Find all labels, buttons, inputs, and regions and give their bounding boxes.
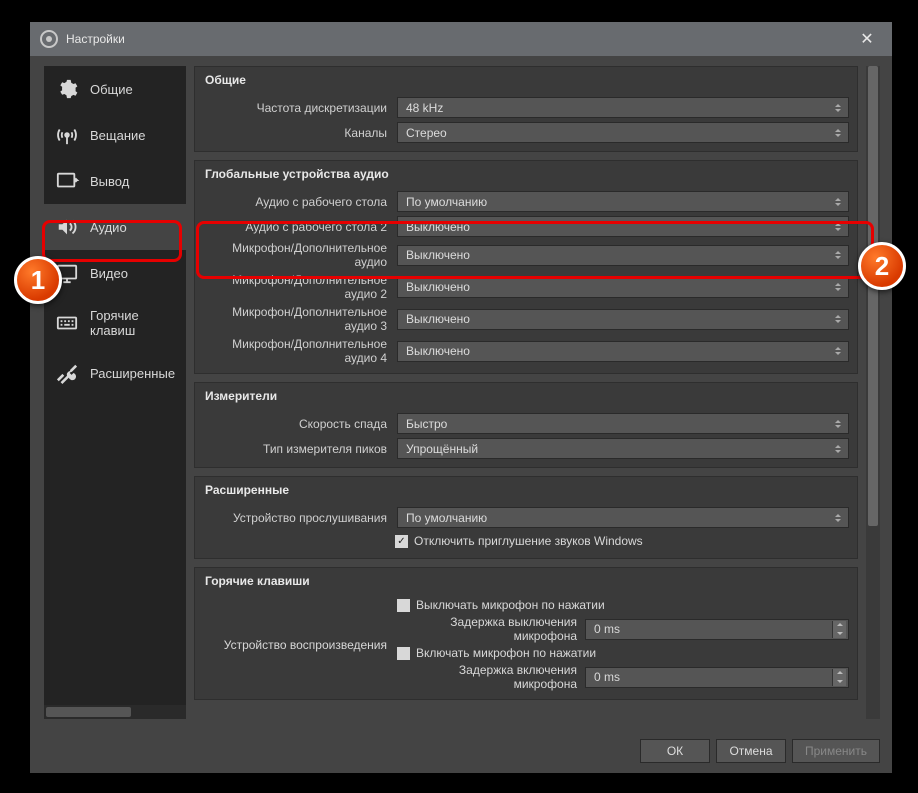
output-icon: [54, 170, 80, 192]
desktop-audio-2-select[interactable]: Выключено: [397, 216, 849, 237]
gear-icon: [54, 78, 80, 100]
sidebar-item-general[interactable]: Общие: [44, 66, 186, 112]
mic-aux-3-select[interactable]: Выключено: [397, 309, 849, 330]
titlebar: Настройки ✕: [30, 22, 892, 56]
group-hotkeys: Горячие клавиши Устройство воспроизведен…: [194, 567, 858, 700]
sidebar-item-label: Вещание: [90, 128, 146, 143]
group-meters: Измерители Скорость спада Быстро Тип изм…: [194, 382, 858, 468]
mute-delay-spinner[interactable]: 0 ms: [585, 619, 849, 640]
window-title: Настройки: [66, 32, 125, 46]
disable-ducking-label: Отключить приглушение звуков Windows: [414, 534, 643, 548]
decay-label: Скорость спада: [203, 417, 391, 431]
settings-window: Настройки ✕ Общие Вещание: [30, 22, 892, 773]
group-title: Глобальные устройства аудио: [195, 161, 857, 189]
apply-button[interactable]: Применить: [792, 739, 880, 763]
sidebar-item-label: Горячие клавиш: [90, 308, 176, 338]
sidebar-item-video[interactable]: Видео: [44, 250, 186, 296]
desktop-audio-2-label: Аудио с рабочего стола 2: [203, 220, 391, 234]
sidebar-item-label: Общие: [90, 82, 133, 97]
decay-select[interactable]: Быстро: [397, 413, 849, 434]
mic-aux-select[interactable]: Выключено: [397, 245, 849, 266]
sample-rate-select[interactable]: 48 kHz: [397, 97, 849, 118]
mic-aux-3-label: Микрофон/Дополнительное аудио 3: [203, 305, 391, 333]
tools-icon: [54, 362, 80, 384]
unmute-delay-spinner[interactable]: 0 ms: [585, 667, 849, 688]
close-button[interactable]: ✕: [852, 29, 882, 49]
group-title: Горячие клавиши: [195, 568, 857, 596]
speaker-icon: [54, 216, 80, 238]
sidebar: Общие Вещание Вывод: [44, 66, 186, 719]
sidebar-item-advanced[interactable]: Расширенные: [44, 350, 186, 396]
group-advanced: Расширенные Устройство прослушивания По …: [194, 476, 858, 559]
ok-button[interactable]: ОК: [640, 739, 710, 763]
mic-aux-2-label: Микрофон/Дополнительное аудио 2: [203, 273, 391, 301]
unmute-delay-label: Задержка включения микрофона: [397, 663, 577, 691]
sidebar-item-label: Аудио: [90, 220, 127, 235]
sidebar-item-label: Расширенные: [90, 366, 175, 381]
desktop-audio-label: Аудио с рабочего стола: [203, 195, 391, 209]
sidebar-scrollbar[interactable]: [44, 705, 186, 719]
monitor-device-select[interactable]: По умолчанию: [397, 507, 849, 528]
group-title: Расширенные: [195, 477, 857, 505]
monitor-icon: [54, 262, 80, 284]
settings-content: Общие Частота дискретизации 48 kHz Канал…: [194, 66, 860, 719]
sidebar-item-stream[interactable]: Вещание: [44, 112, 186, 158]
broadcast-icon: [54, 124, 80, 146]
mic-aux-label: Микрофон/Дополнительное аудио: [203, 241, 391, 269]
monitor-device-label: Устройство прослушивания: [203, 511, 391, 525]
app-icon: [40, 30, 58, 48]
sidebar-item-label: Видео: [90, 266, 128, 281]
playback-device-label: Устройство воспроизведения: [203, 638, 391, 652]
sidebar-item-audio[interactable]: Аудио: [44, 204, 186, 250]
peak-type-label: Тип измерителя пиков: [203, 442, 391, 456]
ptt-unmute-label: Включать микрофон по нажатии: [416, 646, 596, 660]
peak-type-select[interactable]: Упрощённый: [397, 438, 849, 459]
channels-label: Каналы: [203, 126, 391, 140]
ptt-unmute-checkbox[interactable]: [397, 647, 410, 660]
mic-aux-4-label: Микрофон/Дополнительное аудио 4: [203, 337, 391, 365]
sidebar-item-label: Вывод: [90, 174, 129, 189]
desktop-audio-select[interactable]: По умолчанию: [397, 191, 849, 212]
group-title: Измерители: [195, 383, 857, 411]
content-scrollbar[interactable]: [866, 66, 880, 719]
group-general: Общие Частота дискретизации 48 kHz Канал…: [194, 66, 858, 152]
cancel-button[interactable]: Отмена: [716, 739, 786, 763]
ptt-mute-checkbox[interactable]: [397, 599, 410, 612]
group-devices: Глобальные устройства аудио Аудио с рабо…: [194, 160, 858, 374]
mic-aux-4-select[interactable]: Выключено: [397, 341, 849, 362]
sample-rate-label: Частота дискретизации: [203, 101, 391, 115]
mic-aux-2-select[interactable]: Выключено: [397, 277, 849, 298]
ptt-mute-label: Выключать микрофон по нажатии: [416, 598, 605, 612]
keyboard-icon: [54, 312, 80, 334]
sidebar-item-hotkeys[interactable]: Горячие клавиш: [44, 296, 186, 350]
sidebar-item-output[interactable]: Вывод: [44, 158, 186, 204]
channels-select[interactable]: Стерео: [397, 122, 849, 143]
mute-delay-label: Задержка выключения микрофона: [397, 615, 577, 643]
group-title: Общие: [195, 67, 857, 95]
dialog-footer: ОК Отмена Применить: [30, 729, 892, 773]
disable-ducking-checkbox[interactable]: ✓: [395, 535, 408, 548]
